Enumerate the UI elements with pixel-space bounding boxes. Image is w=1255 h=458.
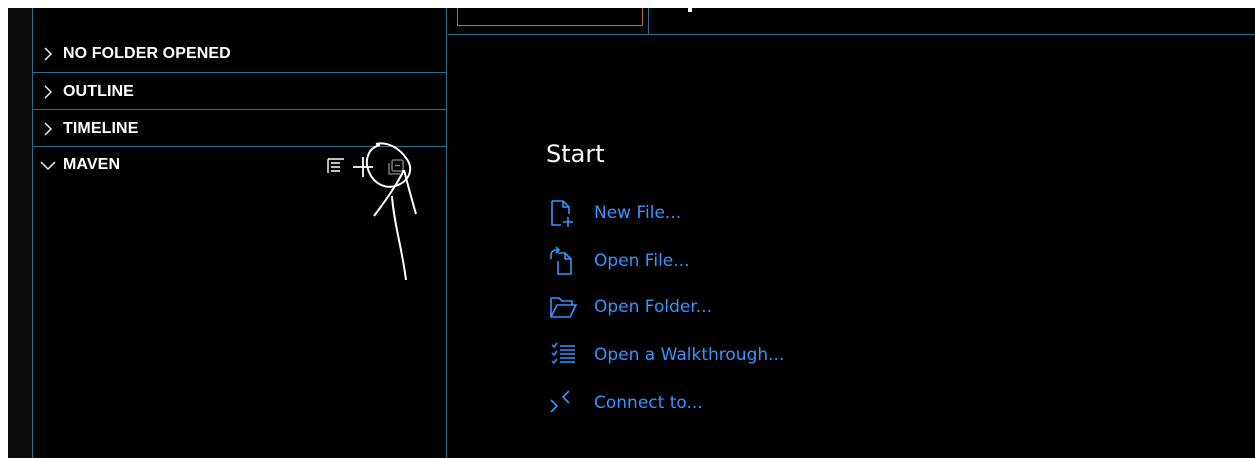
- side-bar: NO FOLDER OPENED OUTLINE TIMELINE MAVEN: [33, 8, 447, 458]
- remote-connect-icon: [548, 388, 594, 418]
- chevron-down-icon: [33, 159, 63, 171]
- editor-area: Start New File... Open File... Open Fold…: [448, 8, 1255, 458]
- tab-separator: [648, 8, 649, 35]
- add-icon[interactable]: [352, 154, 374, 180]
- section-timeline[interactable]: TIMELINE: [33, 110, 447, 147]
- open-folder-link[interactable]: Open Folder...: [548, 290, 712, 324]
- new-file-link[interactable]: New File...: [548, 196, 681, 230]
- maven-toolbar: [316, 146, 446, 186]
- collapse-all-icon[interactable]: [386, 156, 408, 178]
- section-title: MAVEN: [63, 155, 121, 173]
- open-folder-icon: [548, 292, 594, 322]
- vscode-window: NO FOLDER OPENED OUTLINE TIMELINE MAVEN: [8, 8, 1255, 458]
- open-file-label: Open File...: [594, 251, 690, 271]
- open-walkthrough-label: Open a Walkthrough...: [594, 345, 785, 365]
- open-file-link[interactable]: Open File...: [548, 244, 689, 278]
- filter-icon[interactable]: [326, 156, 346, 178]
- open-walkthrough-link[interactable]: Open a Walkthrough...: [548, 338, 784, 372]
- open-file-icon: [548, 246, 594, 276]
- connect-to-label: Connect to...: [594, 393, 703, 413]
- connect-to-link[interactable]: Connect to...: [548, 386, 703, 420]
- new-file-icon: [548, 198, 594, 228]
- section-no-folder-opened[interactable]: NO FOLDER OPENED: [33, 35, 447, 72]
- walkthrough-icon: [548, 340, 594, 370]
- chevron-right-icon: [33, 47, 63, 61]
- chevron-right-icon: [33, 122, 63, 136]
- new-file-label: New File...: [594, 203, 682, 223]
- activity-bar: [8, 8, 33, 458]
- section-title: TIMELINE: [63, 119, 139, 137]
- chevron-right-icon: [33, 85, 63, 99]
- open-folder-label: Open Folder...: [594, 297, 712, 317]
- section-title: OUTLINE: [63, 82, 134, 100]
- start-heading: Start: [546, 140, 605, 168]
- section-outline[interactable]: OUTLINE: [33, 73, 447, 110]
- section-title: NO FOLDER OPENED: [63, 44, 231, 62]
- editor-tab[interactable]: [457, 8, 643, 26]
- editor-tab-strip: [448, 8, 1255, 35]
